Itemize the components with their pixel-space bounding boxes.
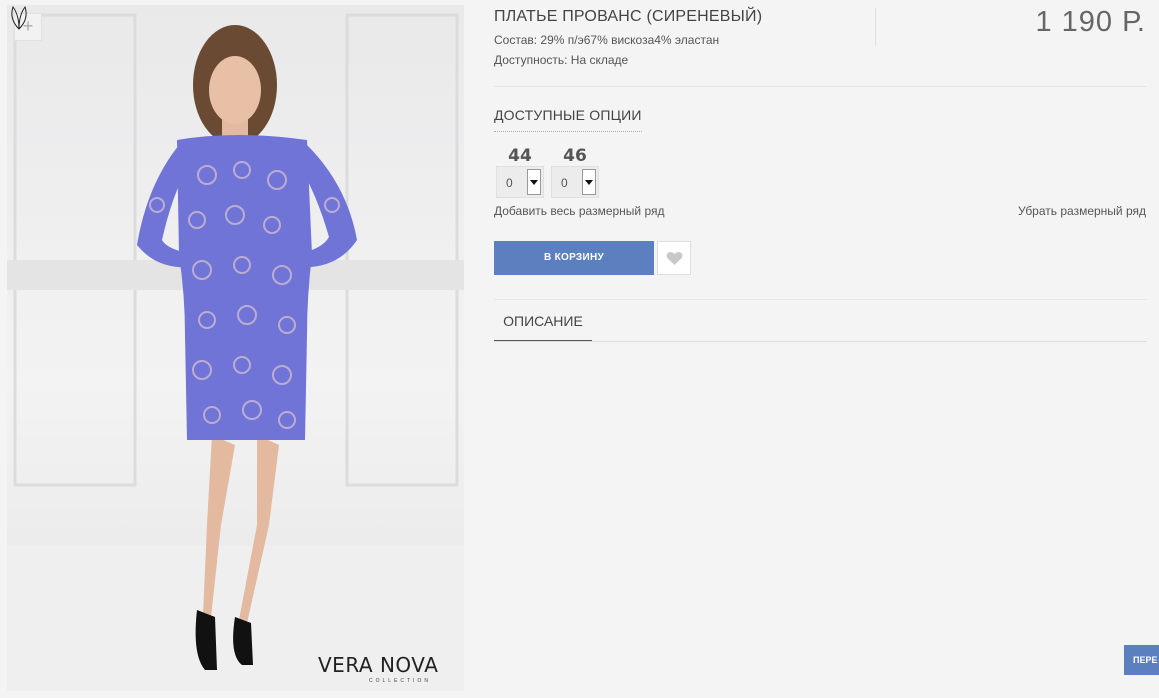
quantity-value: 0 xyxy=(561,176,568,190)
heart-icon xyxy=(666,251,683,265)
chevron-down-icon[interactable] xyxy=(527,169,541,195)
brand-logo-text: VERA NOVA xyxy=(318,653,439,677)
header-divider xyxy=(875,8,876,46)
quantity-value: 0 xyxy=(506,176,513,190)
quantity-select-46[interactable]: 0 xyxy=(551,166,599,198)
divider xyxy=(494,299,1147,300)
product-price: 1 190 Р. xyxy=(1035,6,1146,38)
size-label: 46 xyxy=(563,146,587,166)
size-option-44: 44 xyxy=(496,146,544,166)
product-photo-illustration xyxy=(7,13,464,691)
product-title: ПЛАТЬЕ ПРОВАНС (СИРЕНЕВЫЙ) xyxy=(494,8,763,25)
next-button[interactable]: ПЕРЕ xyxy=(1124,645,1159,675)
add-to-favorites-button[interactable] xyxy=(657,241,691,275)
options-heading: ДОСТУПНЫЕ ОПЦИИ xyxy=(494,107,642,132)
remove-all-sizes-link[interactable]: Убрать размерный ряд xyxy=(1018,204,1146,218)
size-label: 44 xyxy=(508,146,532,166)
brand-logo-subtitle: COLLECTION xyxy=(369,678,431,684)
quantity-select-44[interactable]: 0 xyxy=(496,166,544,198)
product-composition: Состав: 29% п/э67% вискоза4% эластан xyxy=(494,33,720,47)
divider xyxy=(494,86,1147,87)
product-availability: Доступность: На складе xyxy=(494,53,629,67)
brand-leaf-icon xyxy=(11,5,27,30)
tabs-underline xyxy=(494,341,1147,342)
product-image[interactable]: + VERA NOVA COLLECTION xyxy=(7,5,464,691)
size-option-46: 46 xyxy=(551,146,599,166)
add-to-cart-button[interactable]: В КОРЗИНУ xyxy=(494,241,654,275)
add-all-sizes-link[interactable]: Добавить весь размерный ряд xyxy=(494,204,665,218)
tab-description[interactable]: ОПИСАНИЕ xyxy=(494,312,592,342)
chevron-down-icon[interactable] xyxy=(582,169,596,195)
